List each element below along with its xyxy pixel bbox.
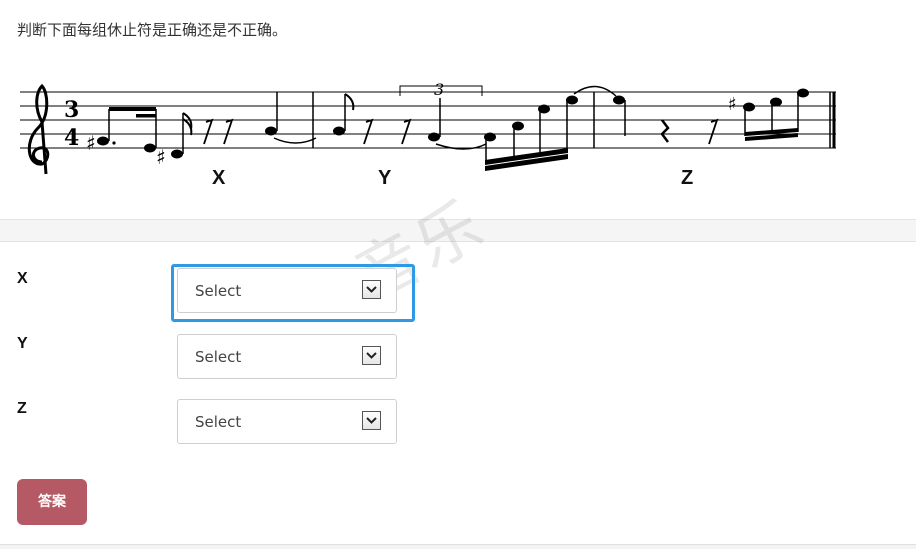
- select-y[interactable]: Select: [177, 334, 397, 379]
- svg-text:♯: ♯: [156, 145, 166, 169]
- score-mark-z: Z: [681, 167, 694, 189]
- svg-text:♯: ♯: [86, 131, 96, 155]
- svg-text:♯: ♯: [728, 94, 737, 115]
- answer-button[interactable]: 答案: [17, 479, 87, 525]
- select-x-value: Select: [195, 282, 242, 300]
- select-z-value: Select: [195, 413, 242, 431]
- chevron-down-icon: [362, 280, 381, 299]
- time-sig-bottom: 4: [64, 125, 79, 151]
- score-image: 3 4 ♯ ♯ 3 ♯: [20, 80, 836, 175]
- treble-clef-icon: [27, 83, 50, 175]
- chevron-down-icon: [362, 411, 381, 430]
- row-label-y: Y: [17, 335, 28, 352]
- row-label-x: X: [17, 270, 28, 287]
- select-z[interactable]: Select: [177, 399, 397, 444]
- row-label-z: Z: [17, 400, 27, 417]
- question-text: 判断下面每组休止符是正确还是不正确。: [17, 21, 288, 39]
- footer-divider: [0, 544, 916, 549]
- select-y-value: Select: [195, 348, 242, 366]
- time-sig-top: 3: [64, 97, 79, 123]
- score-mark-x: X: [212, 167, 226, 189]
- triplet-number: 3: [434, 80, 444, 99]
- chevron-down-icon: [362, 346, 381, 365]
- score-mark-y: Y: [378, 167, 392, 189]
- section-divider: [0, 219, 916, 242]
- select-x[interactable]: Select: [177, 268, 397, 313]
